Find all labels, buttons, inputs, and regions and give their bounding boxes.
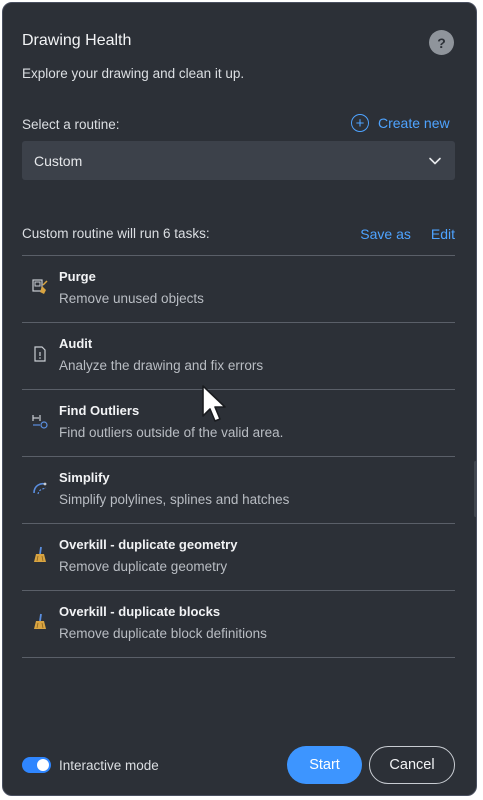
tasks-count-label: Custom routine will run 6 tasks:	[22, 226, 210, 241]
task-description: Find outliers outside of the valid area.	[59, 425, 284, 440]
task-item-simplify[interactable]: Simplify Simplify polylines, splines and…	[22, 457, 455, 524]
task-description: Remove unused objects	[59, 291, 204, 306]
interactive-mode-toggle[interactable]	[22, 757, 51, 773]
task-name: Audit	[59, 336, 93, 351]
task-name: Find Outliers	[59, 403, 140, 418]
routine-selected-value: Custom	[34, 152, 83, 169]
toggle-knob	[37, 759, 49, 771]
tasks-actions: Save as Edit	[360, 226, 455, 242]
panel-footer: Interactive mode Start Cancel	[22, 746, 455, 784]
edit-link[interactable]: Edit	[431, 226, 455, 242]
task-description: Analyze the drawing and fix errors	[59, 358, 264, 373]
task-description: Remove duplicate geometry	[59, 559, 228, 574]
chevron-down-icon	[429, 157, 441, 164]
help-icon: ?	[437, 34, 446, 51]
scrollbar-thumb[interactable]	[474, 461, 476, 517]
audit-document-icon	[34, 346, 46, 362]
purge-icon	[32, 279, 48, 294]
interactive-mode-label: Interactive mode	[59, 757, 159, 773]
task-name: Overkill - duplicate geometry	[59, 537, 238, 552]
task-item-audit[interactable]: Audit Analyze the drawing and fix errors	[22, 323, 455, 390]
outliers-icon	[32, 415, 48, 429]
task-name: Overkill - duplicate blocks	[59, 604, 221, 619]
task-name: Purge	[59, 269, 96, 284]
task-item-purge[interactable]: Purge Remove unused objects	[22, 256, 455, 323]
cancel-button[interactable]: Cancel	[369, 746, 455, 784]
create-new-button[interactable]: + Create new	[351, 114, 450, 132]
start-button[interactable]: Start	[287, 746, 362, 784]
create-new-label: Create new	[378, 115, 450, 131]
task-list: Purge Remove unused objects Audit Analyz…	[22, 255, 455, 658]
drawing-health-panel: Drawing Health ? Explore your drawing an…	[2, 2, 477, 796]
panel-subtitle: Explore your drawing and clean it up.	[22, 66, 245, 81]
tasks-header: Custom routine will run 6 tasks: Save as…	[22, 226, 455, 242]
panel-title: Drawing Health	[22, 32, 132, 49]
plus-circle-icon: +	[351, 114, 369, 132]
routine-dropdown[interactable]: Custom	[22, 141, 455, 180]
task-name: Simplify	[59, 470, 110, 485]
save-as-link[interactable]: Save as	[360, 226, 411, 242]
routine-select-label: Select a routine:	[22, 117, 120, 132]
broom-icon	[34, 546, 46, 562]
task-item-find-outliers[interactable]: Find Outliers Find outliers outside of t…	[22, 390, 455, 457]
task-description: Remove duplicate block definitions	[59, 626, 267, 641]
task-description: Simplify polylines, splines and hatches	[59, 492, 290, 507]
task-item-overkill-blocks[interactable]: Overkill - duplicate blocks Remove dupli…	[22, 591, 455, 658]
broom-icon	[34, 613, 46, 629]
task-item-overkill-geometry[interactable]: Overkill - duplicate geometry Remove dup…	[22, 524, 455, 591]
simplify-curve-icon	[33, 482, 47, 495]
help-button[interactable]: ?	[429, 30, 454, 55]
